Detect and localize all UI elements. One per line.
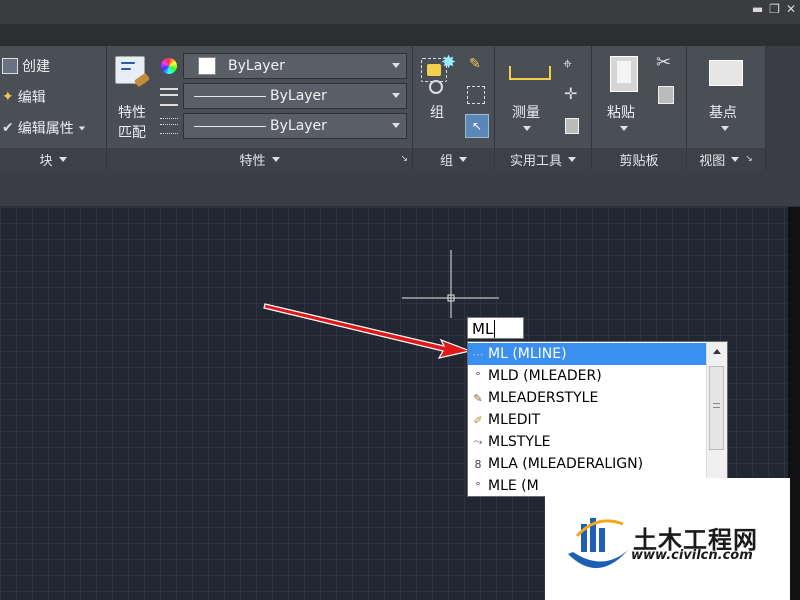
crosshair-cursor — [402, 250, 499, 318]
suggestion-item[interactable]: ⋯ ML (MLINE) — [468, 343, 706, 365]
suggestion-item[interactable]: ⤳ MLSTYLE — [468, 431, 706, 453]
suggestion-item[interactable]: ° MLD (MLEADER) — [468, 365, 706, 387]
suggestion-item[interactable]: 8 MLA (MLEADERALIGN) — [468, 453, 706, 475]
autocomplete-list[interactable]: ⋯ ML (MLINE) ° MLD (MLEADER) ✎ MLEADERST… — [467, 341, 728, 497]
mlstyle-icon: ⤳ — [473, 435, 483, 448]
suggestion-label: MLA (MLEADERALIGN) — [488, 456, 644, 472]
mleaderalign-icon: 8 — [474, 457, 482, 471]
scroll-up-icon[interactable] — [707, 342, 727, 360]
suggestion-label: MLEADERSTYLE — [488, 390, 599, 406]
annotation-arrow — [263, 303, 473, 359]
mline-icon: ⋯ — [472, 347, 484, 361]
suggestion-label: MLEDIT — [488, 412, 541, 428]
mleader-icon: ° — [475, 369, 481, 383]
civilcn-logo-icon — [568, 518, 628, 569]
command-input-value: ML — [472, 320, 494, 338]
watermark-logo: 土木工程网 www.civilcn.com — [545, 478, 790, 600]
mledit-icon: ✐ — [473, 413, 483, 427]
suggestion-item[interactable]: ✐ MLEDIT — [468, 409, 706, 431]
mle-icon: ° — [475, 479, 481, 493]
scroll-thumb[interactable] — [709, 366, 724, 450]
suggestion-label: ML (MLINE) — [488, 346, 567, 362]
suggestion-label: MLSTYLE — [488, 434, 551, 450]
suggestion-item[interactable]: ✎ MLEADERSTYLE — [468, 387, 706, 409]
mleaderstyle-icon: ✎ — [473, 391, 483, 405]
watermark-url: www.civilcn.com — [631, 548, 753, 563]
suggestion-label: MLD (MLEADER) — [488, 368, 602, 384]
command-input[interactable]: ML — [467, 317, 524, 339]
suggestion-label: MLE (M — [488, 478, 539, 494]
suggestion-scrollbar[interactable] — [706, 342, 727, 496]
